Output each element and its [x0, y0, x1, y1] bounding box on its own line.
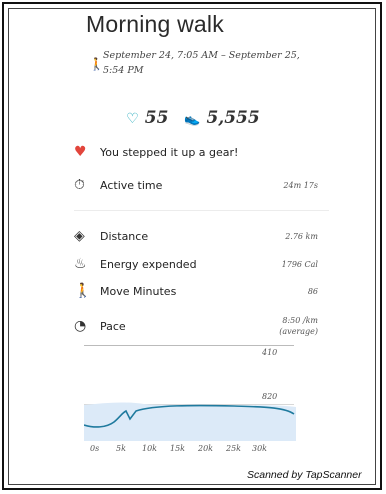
pace-value: 8:50 /km (average): [279, 315, 318, 337]
divider: [74, 210, 329, 211]
chart-x-label: 20k: [198, 444, 214, 453]
chart-x-label: 5k: [116, 444, 126, 453]
walking-icon: 🚶: [89, 57, 104, 71]
metric-pace[interactable]: ◔ Pace 8:50 /km (average): [74, 313, 324, 339]
activity-date-range: September 24, 7:05 AM – September 25, 5:…: [103, 50, 300, 76]
pace-label: Pace: [100, 319, 126, 333]
move-minutes-value: 86: [307, 286, 318, 296]
flame-icon: ♨: [74, 256, 87, 272]
steps-value: 5,555: [206, 108, 260, 128]
energy-value: 1796 Cal: [281, 259, 318, 269]
chart-x-label: 30k: [252, 444, 268, 453]
speedometer-icon: ◔: [74, 318, 87, 334]
pace-note: (average): [279, 327, 318, 336]
pace-elevation-chart: [84, 402, 296, 441]
scanner-watermark: Scanned by TapScanner: [247, 469, 362, 481]
chart-x-label: 15k: [170, 444, 186, 453]
move-minutes-label: Move Minutes: [100, 284, 177, 298]
activity-summary: ♡ 55 👟 5,555: [0, 108, 386, 128]
metric-active-time[interactable]: ⏱ Active time 24m 17s: [74, 175, 324, 195]
metric-energy[interactable]: ♨ Energy expended 1796 Cal: [74, 254, 324, 274]
metric-distance[interactable]: ◈ Distance 2.76 km: [74, 226, 324, 246]
heart-points-value: 55: [144, 108, 169, 128]
distance-value: 2.76 km: [285, 231, 318, 241]
active-time-label: Active time: [100, 178, 163, 192]
timer-icon: ⏱: [74, 177, 85, 193]
distance-label: Distance: [100, 229, 149, 243]
energy-label: Energy expended: [100, 257, 197, 271]
pace-number: 8:50 /km: [282, 316, 318, 325]
distance-icon: ◈: [74, 228, 85, 244]
chart-x-axis: 0s 5k 10k 15k 20k 25k 30k: [0, 444, 386, 458]
achievement-row: ♥ You stepped it up a gear!: [74, 142, 324, 162]
chart-x-label: 0s: [90, 444, 100, 453]
chart-gridline: [84, 345, 294, 346]
heart-colored-icon: ♥: [74, 144, 87, 160]
running-person-icon: 🚶: [74, 283, 92, 299]
chart-y-label-top: 410: [262, 348, 278, 357]
metric-move-minutes[interactable]: 🚶 Move Minutes 86: [74, 281, 324, 301]
chart-area: [84, 402, 296, 441]
chart-x-label: 25k: [226, 444, 242, 453]
steps-icon: 👟: [184, 112, 201, 127]
heart-points-icon: ♡: [126, 111, 139, 127]
activity-title: Morning walk: [86, 11, 224, 37]
chart-x-label: 10k: [142, 444, 158, 453]
active-time-value: 24m 17s: [283, 180, 318, 190]
achievement-text: You stepped it up a gear!: [100, 145, 239, 159]
